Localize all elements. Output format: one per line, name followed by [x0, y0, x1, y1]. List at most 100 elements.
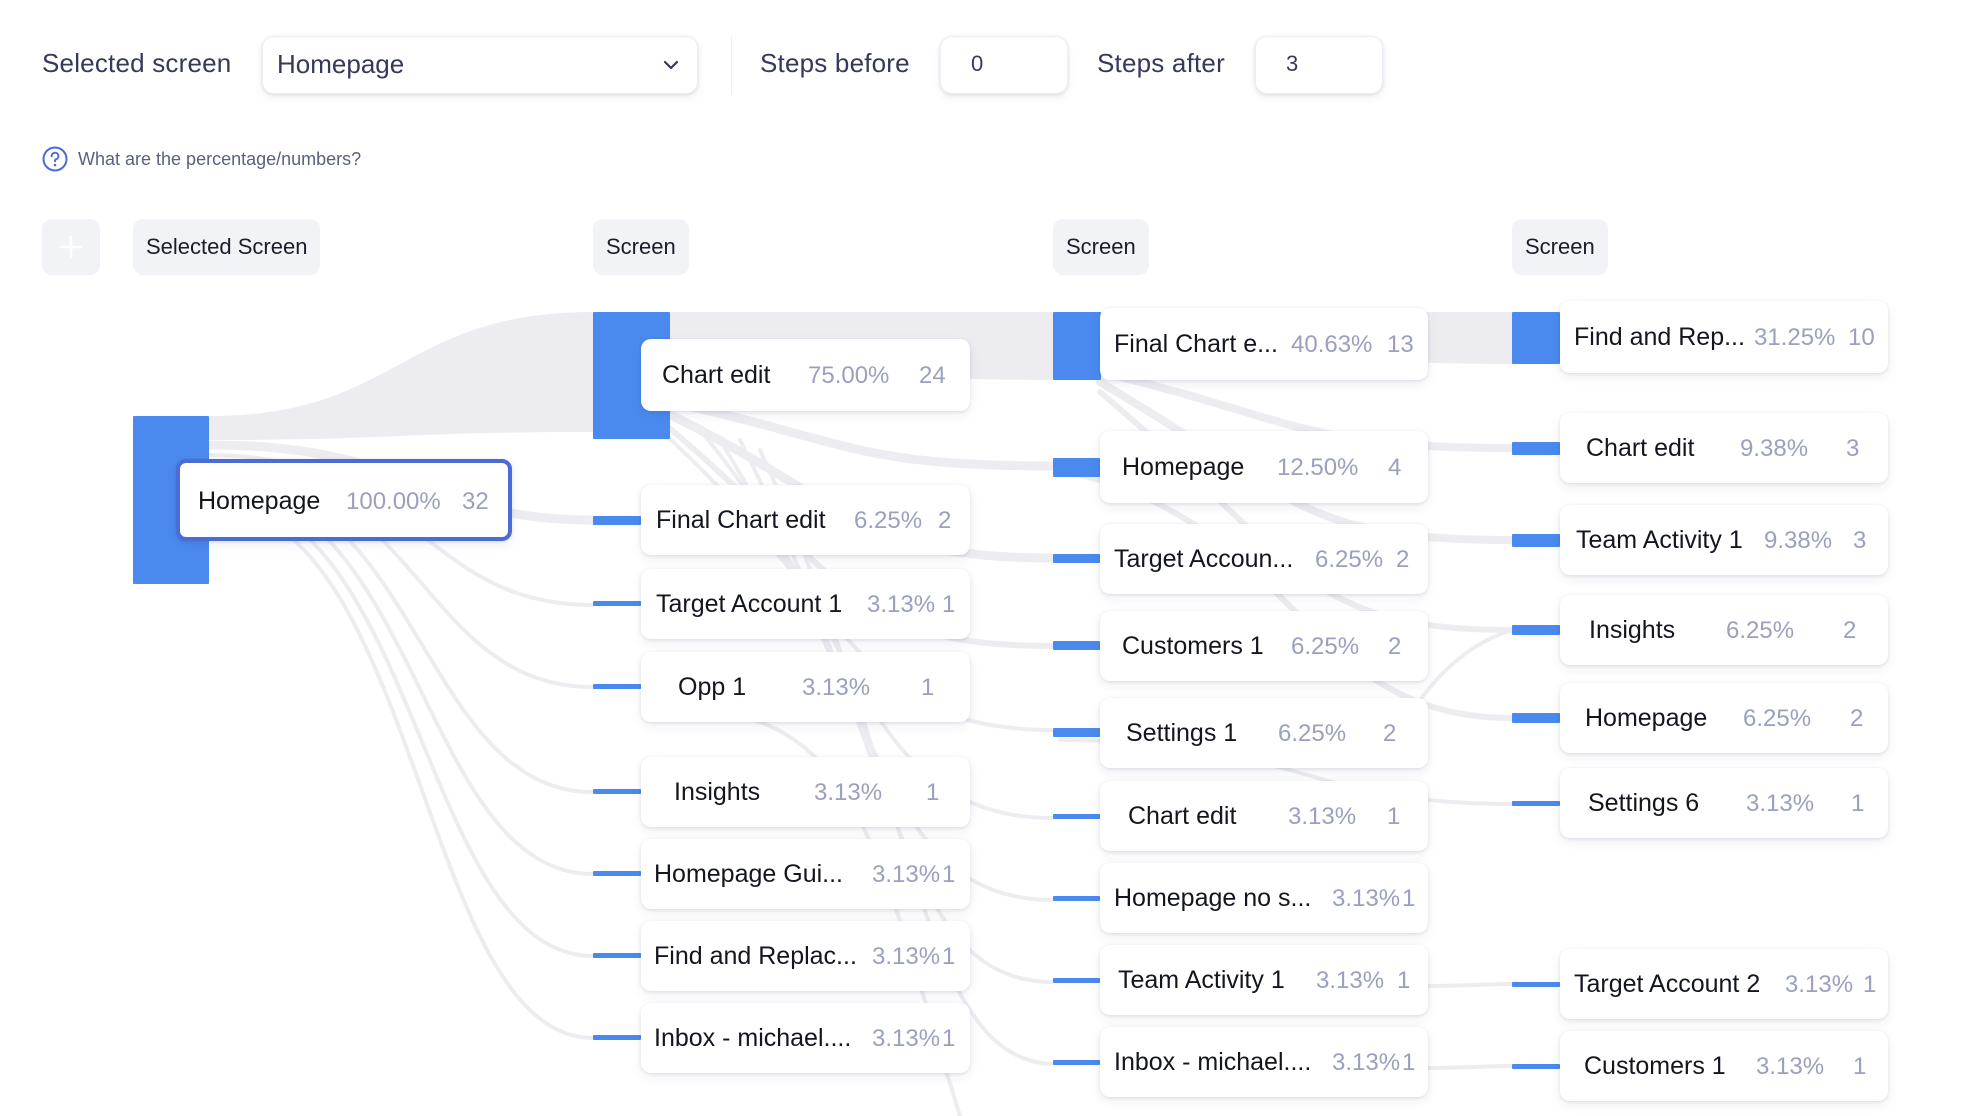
flow-link	[1418, 982, 1514, 988]
node-name: Insights	[1589, 616, 1676, 644]
node-card-c2-3[interactable]: Customers 1 6.25% 2	[1100, 611, 1428, 681]
node-card-c2-5[interactable]: Chart edit 3.13% 1	[1100, 781, 1428, 851]
node-card-c3-5[interactable]: Settings 6 3.13% 1	[1560, 768, 1888, 838]
node-card-c2-0[interactable]: Final Chart e... 40.63% 13	[1100, 308, 1428, 380]
node-name: Find and Rep...	[1574, 323, 1745, 351]
node-bar-c2-4	[1053, 728, 1100, 737]
node-name: Target Accoun...	[1114, 545, 1294, 573]
node-count: 4	[1388, 454, 1402, 481]
node-name: Inbox - michael....	[1114, 1048, 1312, 1076]
node-card-c3-1[interactable]: Chart edit 9.38% 3	[1560, 413, 1888, 483]
node-card-c3-0[interactable]: Find and Rep... 31.25% 10	[1560, 301, 1888, 373]
node-card-root[interactable]: Homepage 100.00% 32	[176, 459, 512, 541]
node-card-c3-7[interactable]: Customers 1 3.13% 1	[1560, 1031, 1888, 1101]
node-count: 1	[942, 1025, 956, 1052]
node-count: 1	[1402, 885, 1416, 912]
node-name: Chart edit	[662, 361, 771, 389]
node-percent: 9.38%	[1740, 435, 1809, 462]
node-count: 2	[1383, 720, 1397, 747]
node-name: Homepage no s...	[1114, 884, 1312, 912]
node-bar-c3-4	[1512, 713, 1560, 723]
node-bar-c1-4	[593, 789, 641, 794]
flow-link	[207, 483, 595, 876]
node-card-c1-2[interactable]: Target Account 1 3.13% 1	[641, 569, 970, 639]
node-card-c1-1[interactable]: Final Chart edit 6.25% 2	[641, 485, 970, 555]
node-bar-c1-6	[593, 953, 641, 958]
node-count: 1	[1851, 790, 1865, 817]
node-card-c3-2[interactable]: Team Activity 1 9.38% 3	[1560, 505, 1888, 575]
node-card-c1-3[interactable]: Opp 1 3.13% 1	[641, 652, 970, 722]
node-card-c3-6[interactable]: Target Account 2 3.13% 1	[1560, 949, 1888, 1019]
node-percent: 6.25%	[1315, 546, 1384, 573]
node-name: Chart edit	[1586, 434, 1695, 462]
node-percent: 3.13%	[1332, 1049, 1401, 1076]
node-count: 1	[942, 861, 956, 888]
node-count: 1	[942, 591, 956, 618]
node-name: Find and Replac...	[654, 942, 857, 970]
node-count: 1	[921, 674, 935, 701]
node-bar-c1-1	[593, 516, 641, 525]
node-name: Settings 1	[1126, 719, 1238, 747]
node-bar-c2-5	[1053, 814, 1100, 819]
flow-link	[207, 503, 595, 1040]
node-card-c2-6[interactable]: Homepage no s... 3.13% 1	[1100, 863, 1428, 933]
node-card-c2-7[interactable]: Team Activity 1 3.13% 1	[1100, 945, 1428, 1015]
node-card-c3-3[interactable]: Insights 6.25% 2	[1560, 595, 1888, 665]
node-name: Customers 1	[1122, 632, 1264, 660]
node-percent: 3.13%	[1785, 971, 1854, 998]
node-count: 2	[1850, 705, 1864, 732]
node-percent: 3.13%	[1316, 967, 1385, 994]
node-percent: 100.00%	[346, 488, 441, 515]
node-card-c1-5[interactable]: Homepage Gui... 3.13% 1	[641, 839, 970, 909]
node-name: Settings 6	[1588, 789, 1700, 817]
node-count: 1	[1863, 971, 1877, 998]
node-card-c2-8[interactable]: Inbox - michael.... 3.13% 1	[1100, 1027, 1428, 1097]
node-bar-c3-7	[1512, 1064, 1560, 1069]
node-percent: 3.13%	[872, 1025, 941, 1052]
node-percent: 3.13%	[867, 591, 936, 618]
node-bar-c1-2	[593, 601, 641, 606]
node-bar-c3-5	[1512, 801, 1560, 806]
node-count: 2	[1388, 633, 1402, 660]
node-name: Homepage	[198, 487, 321, 515]
node-percent: 6.25%	[854, 507, 923, 534]
node-name: Homepage	[1585, 704, 1708, 732]
node-count: 1	[1397, 967, 1411, 994]
node-name: Opp 1	[678, 673, 747, 701]
node-name: Team Activity 1	[1576, 526, 1743, 554]
node-percent: 3.13%	[1756, 1053, 1825, 1080]
node-percent: 6.25%	[1278, 720, 1347, 747]
node-count: 13	[1387, 331, 1414, 358]
node-card-c1-0[interactable]: Chart edit 75.00% 24	[641, 339, 970, 411]
node-card-c1-6[interactable]: Find and Replac... 3.13% 1	[641, 921, 970, 991]
node-bar-c3-0	[1512, 312, 1560, 364]
node-count: 2	[1843, 617, 1857, 644]
node-count: 10	[1848, 324, 1875, 351]
node-bar-c2-3	[1053, 641, 1100, 650]
node-bar-c3-1	[1512, 442, 1560, 455]
node-count: 1	[1853, 1053, 1867, 1080]
node-percent: 6.25%	[1726, 617, 1795, 644]
node-card-c1-7[interactable]: Inbox - michael.... 3.13% 1	[641, 1003, 970, 1073]
node-percent: 9.38%	[1764, 527, 1833, 554]
node-card-c3-4[interactable]: Homepage 6.25% 2	[1560, 683, 1888, 753]
node-bar-c3-6	[1512, 982, 1560, 987]
node-percent: 31.25%	[1754, 324, 1836, 351]
node-name: Homepage	[1122, 453, 1245, 481]
node-card-c2-4[interactable]: Settings 1 6.25% 2	[1100, 698, 1428, 768]
node-card-c1-4[interactable]: Insights 3.13% 1	[641, 757, 970, 827]
node-percent: 75.00%	[808, 362, 890, 389]
node-name: Final Chart edit	[656, 506, 826, 534]
node-name: Inbox - michael....	[654, 1024, 852, 1052]
node-bar-c1-3	[593, 684, 641, 689]
node-bar-c3-2	[1512, 534, 1560, 547]
node-percent: 3.13%	[872, 943, 941, 970]
node-card-c2-1[interactable]: Homepage 12.50% 4	[1100, 431, 1428, 503]
node-bar-c2-8	[1053, 1060, 1100, 1065]
node-name: Target Account 2	[1574, 970, 1761, 998]
node-card-c2-2[interactable]: Target Accoun... 6.25% 2	[1100, 524, 1428, 594]
node-count: 3	[1853, 527, 1867, 554]
node-bar-c2-6	[1053, 896, 1100, 901]
node-bar-c2-7	[1053, 978, 1100, 983]
flow-link	[1418, 628, 1514, 702]
